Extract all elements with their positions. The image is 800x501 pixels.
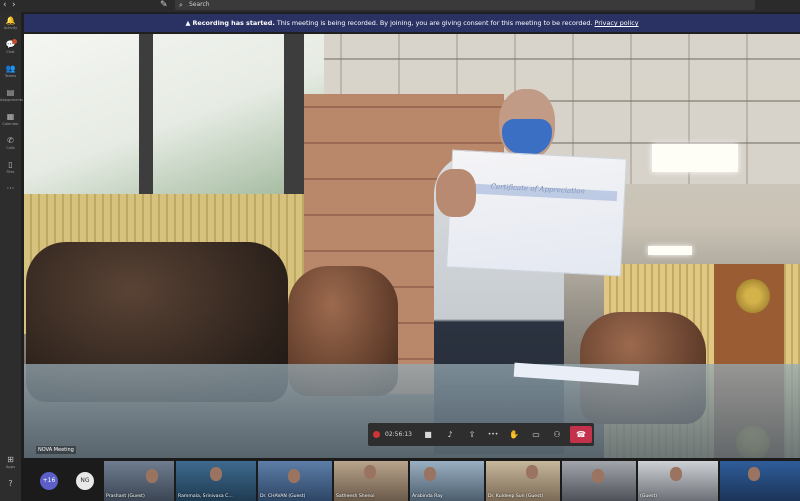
camera-button[interactable]: ■ xyxy=(420,423,436,446)
new-chat-icon[interactable]: ✎ xyxy=(160,0,168,10)
participant-name: Arabinda Ray xyxy=(412,494,443,499)
certificate: Certificate of Appreciation xyxy=(446,149,627,277)
notification-badge xyxy=(12,39,17,44)
hang-up-button[interactable]: ☎ xyxy=(570,426,592,443)
call-controls: 02:56:13 ■ ♪ ⇧ ••• ✋ ▭ ⚇ ☎ xyxy=(368,423,594,446)
calls-icon: ✆ xyxy=(7,136,14,145)
chat-button[interactable]: ▭ xyxy=(528,423,544,446)
participant-face xyxy=(364,465,376,479)
participant-tile[interactable] xyxy=(562,461,636,501)
banner-title: Recording has started. xyxy=(192,19,275,27)
participant-tile[interactable]: Satheesh Shenoi xyxy=(334,461,408,501)
participant-tile[interactable]: Prashant (Guest) xyxy=(104,461,174,501)
rail-label: Calendar xyxy=(2,122,19,126)
rail-item-teams[interactable]: 👥 Teams xyxy=(0,63,21,85)
warning-icon: ▲ xyxy=(185,19,191,27)
files-icon: ▯ xyxy=(8,160,13,169)
title-bar: ‹ › ✎ ⌕ Search xyxy=(0,0,800,12)
help-icon: ? xyxy=(8,479,13,488)
more-icon: ··· xyxy=(6,184,15,193)
participant-name: Rammala, Srinivasa C... xyxy=(178,494,233,499)
participants-button[interactable]: ⚇ xyxy=(549,423,565,446)
rail-item-chat[interactable]: 💬 Chat xyxy=(0,39,21,61)
participant-name: Dr. CHAVAN (Guest) xyxy=(260,494,306,499)
rail-item-calendar[interactable]: ▦ Calendar xyxy=(0,111,21,133)
rail-label: Chat xyxy=(6,50,15,54)
recording-banner: ▲ Recording has started. This meeting is… xyxy=(24,14,800,32)
ceiling-light xyxy=(652,144,738,172)
chat-icon: 💬 xyxy=(5,40,16,49)
participant-tile[interactable]: Arabinda Ray xyxy=(410,461,484,501)
participant-name: Prashant (Guest) xyxy=(106,494,145,499)
recording-icon xyxy=(373,431,380,438)
participant-name: Satheesh Shenoi xyxy=(336,494,375,499)
presenter-hand xyxy=(436,169,476,217)
participant-face xyxy=(288,469,300,483)
search-icon: ⌕ xyxy=(179,1,183,9)
rail-item-activity[interactable]: 🔔 Activity xyxy=(0,15,21,37)
raise-hand-button[interactable]: ✋ xyxy=(506,423,522,446)
rail-label: Assignments xyxy=(0,98,24,102)
ceiling-light xyxy=(648,246,692,255)
participant-tile[interactable]: Dr. Kuldeep Sun (Guest) xyxy=(486,461,560,501)
mic-button[interactable]: ♪ xyxy=(442,423,458,446)
rail-label: Teams xyxy=(4,74,17,78)
bell-icon: 🔔 xyxy=(5,16,16,25)
rail-label: Apps xyxy=(6,465,15,469)
rail-item-more[interactable]: ··· xyxy=(0,183,21,205)
participant-face xyxy=(670,467,682,481)
participant-tile[interactable] xyxy=(720,461,800,501)
main-video-feed: Certificate of Appreciation xyxy=(24,34,800,458)
participant-tile[interactable]: Rammala, Srinivasa C... xyxy=(176,461,256,501)
forward-arrow-icon[interactable]: › xyxy=(12,0,16,10)
search-placeholder: Search xyxy=(189,1,210,8)
teams-icon: 👥 xyxy=(5,64,16,73)
back-arrow-icon[interactable]: ‹ xyxy=(3,0,7,10)
banner-message: This meeting is being recorded. By joini… xyxy=(276,19,593,27)
call-timer: 02:56:13 xyxy=(385,431,412,438)
search-input[interactable]: ⌕ Search xyxy=(175,0,755,10)
participant-face xyxy=(210,467,222,481)
apps-icon: ⊞ xyxy=(7,455,14,464)
app-rail: 🔔 Activity 💬 Chat 👥 Teams ▤ Assignments … xyxy=(0,12,24,501)
participant-tile[interactable]: (Guest) xyxy=(638,461,718,501)
rail-label: Files xyxy=(6,170,15,174)
meeting-name: NOVA Meeting xyxy=(36,446,76,454)
rail-label: Calls xyxy=(6,146,15,150)
assignments-icon: ▤ xyxy=(6,88,15,97)
participant-initials-avatar[interactable]: NG xyxy=(76,472,94,490)
participant-name: (Guest) xyxy=(640,494,658,499)
rail-label: Activity xyxy=(3,26,18,30)
participant-tile[interactable]: Dr. CHAVAN (Guest) xyxy=(258,461,332,501)
participant-face xyxy=(748,467,760,481)
participant-name: Dr. Kuldeep Sun (Guest) xyxy=(488,494,544,499)
rail-item-apps[interactable]: ⊞ Apps xyxy=(0,454,21,476)
overflow-participants-button[interactable]: +16 xyxy=(40,472,58,490)
rail-item-assignments[interactable]: ▤ Assignments xyxy=(0,87,24,109)
share-button[interactable]: ⇧ xyxy=(464,423,480,446)
participant-face xyxy=(592,469,604,483)
participant-face xyxy=(424,467,436,481)
wall-plaque xyxy=(736,279,770,313)
rail-item-calls[interactable]: ✆ Calls xyxy=(0,135,21,157)
more-actions-button[interactable]: ••• xyxy=(484,423,502,446)
participant-face xyxy=(146,469,158,483)
participant-face xyxy=(526,465,538,479)
rail-item-files[interactable]: ▯ Files xyxy=(0,159,21,181)
rail-item-help[interactable]: ? xyxy=(0,478,21,500)
privacy-policy-link[interactable]: Privacy policy xyxy=(595,19,639,27)
calendar-icon: ▦ xyxy=(6,112,15,121)
